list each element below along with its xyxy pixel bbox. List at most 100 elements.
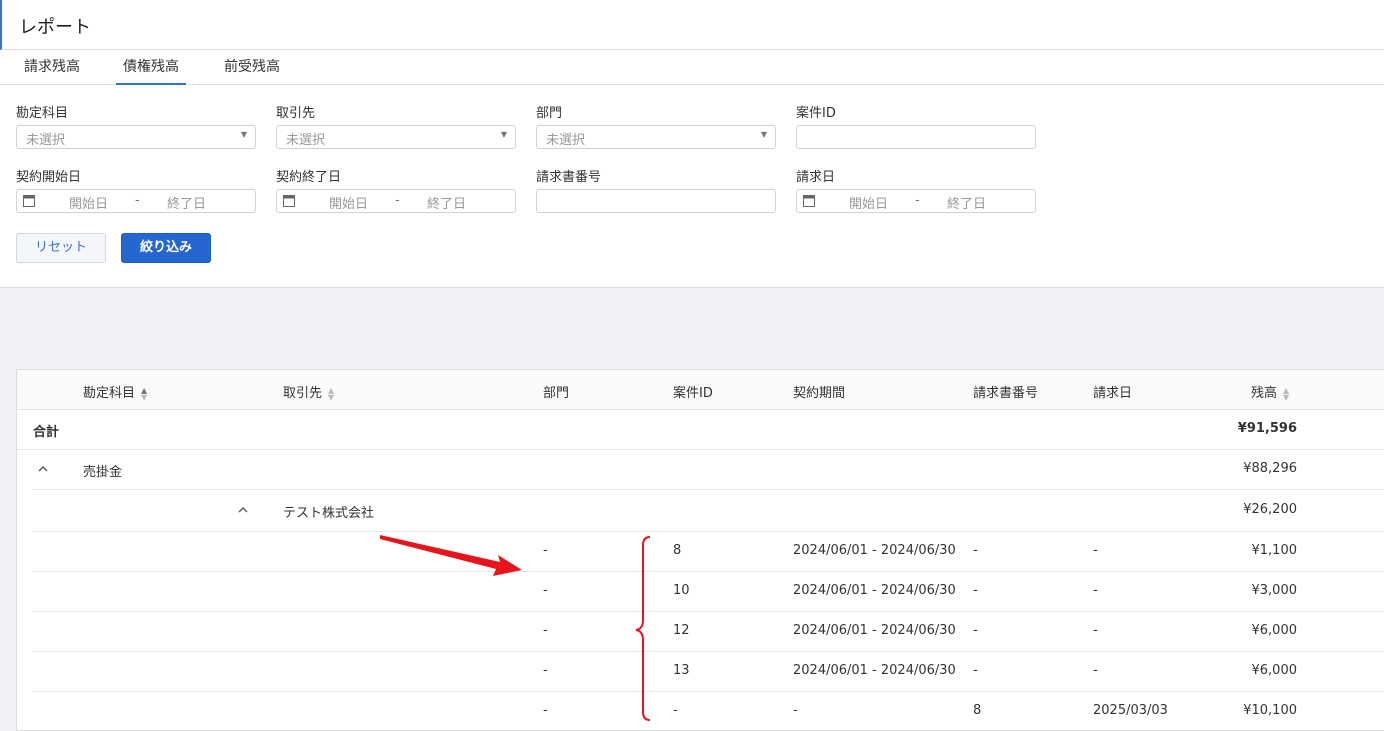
cell-department: - bbox=[543, 583, 548, 598]
project-id-input[interactable] bbox=[796, 125, 1036, 149]
sort-icon[interactable]: ▲ ▼ bbox=[328, 386, 334, 401]
start-date-placeholder: 開始日 bbox=[849, 197, 889, 212]
partner-select[interactable]: 未選択 ▼ bbox=[276, 125, 516, 149]
cell-project-id: 13 bbox=[673, 663, 690, 678]
tab-receivable-balance[interactable]: 債権残高 bbox=[116, 50, 186, 85]
contract-end-date-range[interactable]: 開始日 - 終了日 bbox=[276, 189, 516, 213]
column-header-invoice-date: 請求日 bbox=[1093, 386, 1133, 401]
cell-balance: ¥6,000 bbox=[1251, 663, 1298, 678]
end-date-placeholder: 終了日 bbox=[167, 197, 207, 212]
start-date-placeholder: 開始日 bbox=[329, 197, 369, 212]
cell-invoice-date: - bbox=[1093, 583, 1098, 598]
table-row: - 8 2024/06/01 - 2024/06/30 - - ¥1,100 bbox=[33, 532, 1384, 572]
cell-invoice-no: - bbox=[973, 543, 978, 558]
table-row: - - - 8 2025/03/03 ¥10,100 bbox=[33, 692, 1384, 731]
calendar-icon bbox=[803, 195, 815, 207]
range-separator: - bbox=[915, 193, 920, 208]
cell-contract-period: 2024/06/01 - 2024/06/30 bbox=[793, 663, 956, 678]
sort-icon[interactable]: ▲ ▼ bbox=[1283, 386, 1289, 401]
department-select-placeholder: 未選択 bbox=[546, 133, 586, 148]
page-title: レポート bbox=[19, 17, 91, 38]
table-row: - 13 2024/06/01 - 2024/06/30 - - ¥6,000 bbox=[33, 652, 1384, 692]
cell-contract-period: - bbox=[793, 703, 798, 718]
range-separator: - bbox=[135, 193, 140, 208]
cell-invoice-date: 2025/03/03 bbox=[1093, 703, 1168, 718]
subgroup-balance: ¥26,200 bbox=[1243, 502, 1297, 517]
column-header-contract-period: 契約期間 bbox=[793, 386, 846, 401]
cell-balance: ¥3,000 bbox=[1251, 583, 1298, 598]
invoice-date-range[interactable]: 開始日 - 終了日 bbox=[796, 189, 1036, 213]
cell-project-id: 12 bbox=[673, 623, 690, 638]
cell-project-id: 8 bbox=[673, 543, 682, 558]
department-select[interactable]: 未選択 ▼ bbox=[536, 125, 776, 149]
table-row: - 12 2024/06/01 - 2024/06/30 - - ¥6,000 bbox=[33, 612, 1384, 652]
end-date-placeholder: 終了日 bbox=[427, 197, 467, 212]
cell-department: - bbox=[543, 703, 548, 718]
column-header-partner[interactable]: 取引先 ▲ ▼ bbox=[283, 382, 334, 401]
cell-invoice-no: - bbox=[973, 583, 978, 598]
cell-invoice-date: - bbox=[1093, 663, 1098, 678]
chevron-up-icon[interactable] bbox=[237, 505, 249, 515]
cell-department: - bbox=[543, 543, 548, 558]
caret-down-icon: ▼ bbox=[240, 130, 247, 139]
group-row-account[interactable]: 売掛金 ¥88,296 bbox=[33, 450, 1384, 490]
cell-invoice-no: - bbox=[973, 623, 978, 638]
caret-down-icon: ▼ bbox=[760, 130, 767, 139]
total-label: 合計 bbox=[33, 425, 60, 440]
cell-balance: ¥1,100 bbox=[1251, 543, 1298, 558]
contract-start-filter-label: 契約開始日 bbox=[16, 170, 82, 185]
contract-start-date-range[interactable]: 開始日 - 終了日 bbox=[16, 189, 256, 213]
cell-balance: ¥10,100 bbox=[1243, 703, 1297, 718]
column-header-invoice-no: 請求書番号 bbox=[973, 386, 1039, 401]
cell-invoice-date: - bbox=[1093, 543, 1098, 558]
cell-invoice-no: - bbox=[973, 663, 978, 678]
end-date-placeholder: 終了日 bbox=[947, 197, 987, 212]
caret-down-icon: ▼ bbox=[500, 130, 507, 139]
invoice-date-filter-label: 請求日 bbox=[796, 170, 836, 185]
apply-filter-button[interactable]: 絞り込み bbox=[121, 233, 211, 263]
report-tabs: 請求残高 債権残高 前受残高 bbox=[0, 50, 1384, 85]
subgroup-partner-name: テスト株式会社 bbox=[283, 506, 375, 521]
cell-invoice-date: - bbox=[1093, 623, 1098, 638]
calendar-icon bbox=[23, 195, 35, 207]
project-id-filter-label: 案件ID bbox=[796, 106, 836, 121]
account-filter-label: 勘定科目 bbox=[16, 106, 69, 121]
partner-filter-label: 取引先 bbox=[276, 106, 316, 121]
column-header-department: 部門 bbox=[543, 386, 570, 401]
column-header-label: 勘定科目 bbox=[83, 386, 136, 401]
total-row: 合計 ¥91,596 bbox=[17, 410, 1384, 450]
invoice-no-filter-label: 請求書番号 bbox=[536, 170, 602, 185]
column-header-account[interactable]: 勘定科目 ▲ ▼ bbox=[83, 382, 147, 401]
table-header: 勘定科目 ▲ ▼ 取引先 ▲ ▼ 部門 案件ID 契約期間 請求書番号 請求日 残高 ▲ ▼ bbox=[17, 370, 1384, 410]
cell-balance: ¥6,000 bbox=[1251, 623, 1298, 638]
sort-icon[interactable]: ▲ ▼ bbox=[141, 386, 147, 401]
start-date-placeholder: 開始日 bbox=[69, 197, 109, 212]
reset-button[interactable]: リセット bbox=[16, 233, 106, 263]
invoice-no-input[interactable] bbox=[536, 189, 776, 213]
calendar-icon bbox=[283, 195, 295, 207]
tab-billing-balance[interactable]: 請求残高 bbox=[16, 50, 88, 85]
cell-department: - bbox=[543, 623, 548, 638]
page-header: レポート bbox=[0, 0, 1384, 50]
group-balance: ¥88,296 bbox=[1243, 461, 1297, 476]
total-balance: ¥91,596 bbox=[1237, 421, 1297, 436]
column-header-project-id: 案件ID bbox=[673, 386, 713, 401]
tab-advance-balance[interactable]: 前受残高 bbox=[216, 50, 288, 85]
account-select-placeholder: 未選択 bbox=[26, 133, 66, 148]
range-separator: - bbox=[395, 193, 400, 208]
account-select[interactable]: 未選択 ▼ bbox=[16, 125, 256, 149]
column-header-balance[interactable]: 残高 ▲ ▼ bbox=[1251, 382, 1289, 401]
subgroup-row-partner[interactable]: テスト株式会社 ¥26,200 bbox=[33, 490, 1384, 532]
report-table: 勘定科目 ▲ ▼ 取引先 ▲ ▼ 部門 案件ID 契約期間 請求書番号 請求日 残高 ▲ ▼… bbox=[16, 369, 1384, 731]
chevron-up-icon[interactable] bbox=[37, 464, 49, 474]
table-row: - 10 2024/06/01 - 2024/06/30 - - ¥3,000 bbox=[33, 572, 1384, 612]
cell-project-id: 10 bbox=[673, 583, 690, 598]
cell-invoice-no: 8 bbox=[973, 703, 982, 718]
column-header-label: 残高 bbox=[1251, 386, 1278, 401]
cell-contract-period: 2024/06/01 - 2024/06/30 bbox=[793, 583, 956, 598]
cell-project-id: - bbox=[673, 703, 678, 718]
group-account-name: 売掛金 bbox=[83, 465, 123, 480]
cell-department: - bbox=[543, 663, 548, 678]
column-header-label: 取引先 bbox=[283, 386, 323, 401]
department-filter-label: 部門 bbox=[536, 106, 563, 121]
